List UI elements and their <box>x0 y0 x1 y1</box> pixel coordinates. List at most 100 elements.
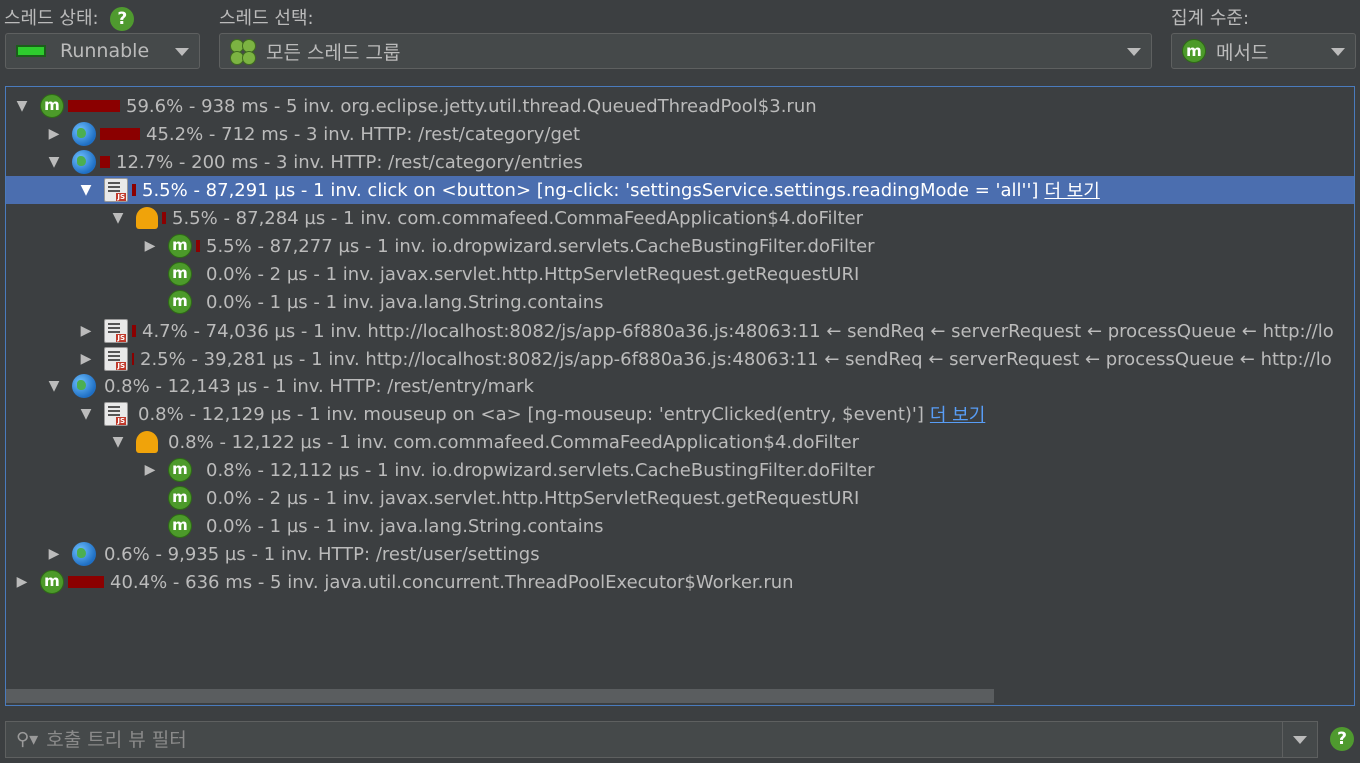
tree-row[interactable]: ▼ 5.5% - 87,284 µs - 1 inv. com.commafee… <box>6 204 1354 232</box>
help-icon[interactable]: ? <box>1330 727 1354 751</box>
tree-row[interactable]: ▼ 12.7% - 200 ms - 3 inv. HTTP: /rest/ca… <box>6 148 1354 176</box>
hot-spot-bar <box>196 240 200 252</box>
collapsed-triangle-icon[interactable]: ▶ <box>76 351 96 367</box>
tree-row-label: 12.7% - 200 ms - 3 inv. HTTP: /rest/cate… <box>116 151 583 173</box>
tree-row[interactable]: ▶ m 5.5% - 87,277 µs - 1 inv. io.dropwiz… <box>6 232 1354 260</box>
tree-row[interactable]: ▶ m 40.4% - 636 ms - 5 inv. java.util.co… <box>6 567 1354 596</box>
tree-row-label: 2.5% - 39,281 µs - 1 inv. http://localho… <box>140 348 1332 370</box>
collapsed-triangle-icon[interactable]: ▶ <box>44 126 64 142</box>
tree-row-label: 45.2% - 712 ms - 3 inv. HTTP: /rest/cate… <box>146 123 580 145</box>
method-icon: m <box>38 567 64 594</box>
filter-bell-icon <box>136 431 158 453</box>
filter-bell-icon <box>136 207 158 229</box>
show-more-link[interactable]: 더 보기 <box>1044 177 1099 203</box>
expanded-triangle-icon[interactable]: ▼ <box>44 378 64 394</box>
method-icon: m <box>168 458 192 482</box>
help-icon[interactable]: ? <box>110 7 135 31</box>
tree-row-label: 4.7% - 74,036 µs - 1 inv. http://localho… <box>142 320 1334 342</box>
thread-state-value: Runnable <box>60 40 150 62</box>
tree-row-selected[interactable]: ▼ 5.5% - 87,291 µs - 1 inv. click on <bu… <box>6 176 1354 204</box>
tree-row-label: 5.5% - 87,284 µs - 1 inv. com.commafeed.… <box>172 207 864 229</box>
tree-row[interactable]: ▼ 0.8% - 12,143 µs - 1 inv. HTTP: /rest/… <box>6 372 1354 400</box>
collapsed-triangle-icon[interactable]: ▶ <box>76 323 96 339</box>
thread-select-combo[interactable]: 모든 스레드 그룹 <box>219 33 1152 69</box>
method-icon: m <box>1182 39 1206 63</box>
hot-spot-bar <box>132 325 136 337</box>
collapsed-triangle-icon[interactable]: ▶ <box>140 238 160 254</box>
aggregation-level-label: 집계 수준: <box>1171 8 1250 29</box>
tree-row-label: 0.0% - 2 µs - 1 inv. javax.servlet.http.… <box>206 263 860 285</box>
tree-row[interactable]: ▶ 0.6% - 9,935 µs - 1 inv. HTTP: /rest/u… <box>6 540 1354 568</box>
expanded-triangle-icon[interactable]: ▼ <box>76 182 96 198</box>
method-icon: m <box>168 234 192 258</box>
aggregation-level-value: 메서드 <box>1216 41 1269 64</box>
tree-row[interactable]: ▼ 0.8% - 12,122 µs - 1 inv. com.commafee… <box>6 428 1354 456</box>
filter-history-dropdown[interactable] <box>1282 722 1317 757</box>
thread-group-icon <box>230 39 256 65</box>
collapsed-triangle-icon[interactable]: ▶ <box>140 462 160 478</box>
method-icon: m <box>168 514 192 538</box>
show-more-link[interactable]: 더 보기 <box>930 401 985 427</box>
globe-icon <box>72 122 96 146</box>
thread-select-value: 모든 스레드 그룹 <box>266 41 401 64</box>
expanded-triangle-icon[interactable]: ▼ <box>76 406 96 422</box>
aggregation-level-combo[interactable]: m 메서드 <box>1171 33 1356 69</box>
js-file-icon <box>104 178 128 202</box>
tree-row-label: 0.0% - 1 µs - 1 inv. java.lang.String.co… <box>206 291 604 313</box>
expanded-triangle-icon[interactable]: ▼ <box>44 154 64 170</box>
tree-row[interactable]: m 0.0% - 2 µs - 1 inv. javax.servlet.htt… <box>6 260 1354 288</box>
scrollbar-thumb[interactable] <box>6 689 994 703</box>
chevron-down-icon <box>1127 48 1141 56</box>
thread-state-label: 스레드 상태: ? <box>4 4 135 31</box>
hot-spot-bar <box>100 156 110 168</box>
hot-spot-bar <box>68 576 104 588</box>
tree-row-label: 0.8% - 12,143 µs - 1 inv. HTTP: /rest/en… <box>104 375 534 397</box>
tree-row[interactable]: ▶ 2.5% - 39,281 µs - 1 inv. http://local… <box>6 345 1354 373</box>
js-file-icon <box>104 319 128 343</box>
filter-input[interactable] <box>44 727 1229 752</box>
tree-row[interactable]: ▶ m 0.8% - 12,112 µs - 1 inv. io.dropwiz… <box>6 456 1354 484</box>
tree-row[interactable]: m 0.0% - 1 µs - 1 inv. java.lang.String.… <box>6 512 1354 540</box>
tree-row-label: 0.0% - 2 µs - 1 inv. javax.servlet.http.… <box>206 487 860 509</box>
horizontal-scrollbar[interactable] <box>6 687 1354 705</box>
runnable-state-icon <box>16 45 46 57</box>
tree-row-label: 0.6% - 9,935 µs - 1 inv. HTTP: /rest/use… <box>104 543 540 565</box>
expanded-triangle-icon[interactable]: ▼ <box>108 434 128 450</box>
method-icon: m <box>168 262 192 286</box>
chevron-down-icon <box>175 48 189 56</box>
js-file-icon <box>104 347 128 371</box>
collapsed-triangle-icon[interactable]: ▶ <box>12 574 32 590</box>
tree-row-label: 0.8% - 12,122 µs - 1 inv. com.commafeed.… <box>168 431 860 453</box>
thread-select-label: 스레드 선택: <box>219 8 314 29</box>
globe-icon <box>72 374 96 398</box>
globe-icon <box>72 542 96 566</box>
tree-row[interactable]: ▼ 0.8% - 12,129 µs - 1 inv. mouseup on <… <box>6 400 1354 428</box>
call-tree[interactable]: ▼ m 59.6% - 938 ms - 5 inv. org.eclipse.… <box>5 86 1355 706</box>
tree-row-label: 0.8% - 12,129 µs - 1 inv. mouseup on <a>… <box>138 403 924 425</box>
method-icon: m <box>168 486 192 510</box>
hot-spot-bar <box>162 212 166 224</box>
call-tree-filter[interactable]: ⚲▾ <box>5 721 1318 758</box>
tree-row-label: 0.8% - 12,112 µs - 1 inv. io.dropwizard.… <box>206 459 875 481</box>
method-icon: m <box>38 91 64 118</box>
thread-state-combo[interactable]: Runnable <box>5 33 200 69</box>
hot-spot-bar <box>68 100 120 112</box>
tree-row[interactable]: m 0.0% - 2 µs - 1 inv. javax.servlet.htt… <box>6 484 1354 512</box>
method-icon: m <box>168 290 192 314</box>
tree-row-label: 40.4% - 636 ms - 5 inv. java.util.concur… <box>110 571 794 593</box>
tree-row-label: 0.0% - 1 µs - 1 inv. java.lang.String.co… <box>206 515 604 537</box>
tree-row[interactable]: m 0.0% - 1 µs - 1 inv. java.lang.String.… <box>6 288 1354 316</box>
tree-row-label: 5.5% - 87,277 µs - 1 inv. io.dropwizard.… <box>206 235 875 257</box>
expanded-triangle-icon[interactable]: ▼ <box>108 210 128 226</box>
tree-row[interactable]: ▶ 4.7% - 74,036 µs - 1 inv. http://local… <box>6 317 1354 345</box>
tree-row-label: 59.6% - 938 ms - 5 inv. org.eclipse.jett… <box>126 95 817 117</box>
tree-row[interactable]: ▶ 45.2% - 712 ms - 3 inv. HTTP: /rest/ca… <box>6 120 1354 148</box>
hot-spot-bar <box>132 353 134 365</box>
collapsed-triangle-icon[interactable]: ▶ <box>44 546 64 562</box>
search-icon[interactable]: ⚲▾ <box>16 729 38 750</box>
hot-spot-bar <box>100 128 140 140</box>
tree-row[interactable]: ▼ m 59.6% - 938 ms - 5 inv. org.eclipse.… <box>6 91 1354 120</box>
expanded-triangle-icon[interactable]: ▼ <box>12 98 32 114</box>
tree-row-label: 5.5% - 87,291 µs - 1 inv. click on <butt… <box>142 179 1039 201</box>
hot-spot-bar <box>132 184 136 196</box>
